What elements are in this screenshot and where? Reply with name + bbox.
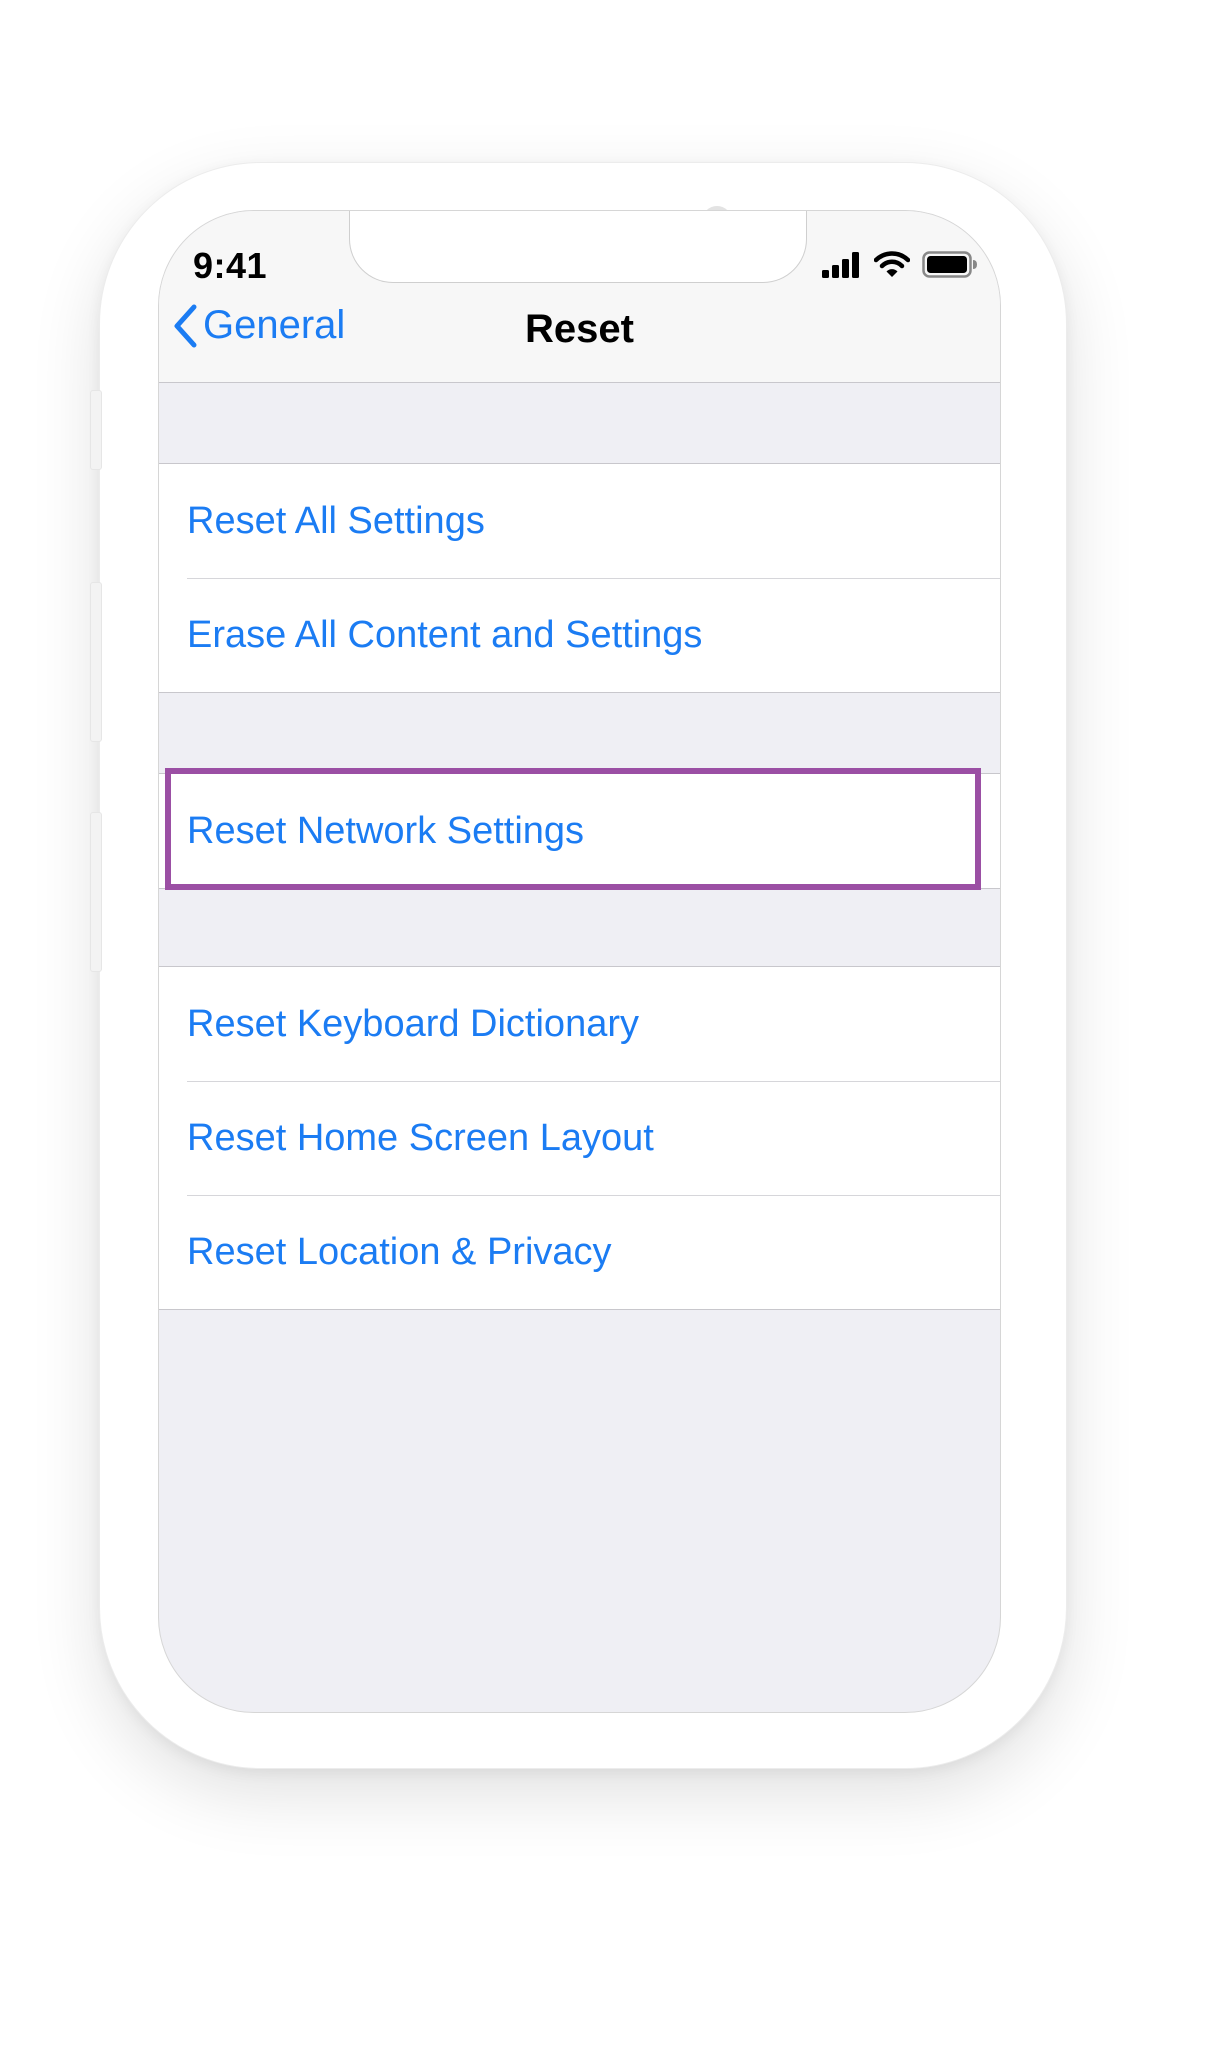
settings-group-1: Reset All Settings Erase All Content and… [159, 463, 1000, 693]
battery-icon [922, 251, 977, 278]
list-item-label: Reset Keyboard Dictionary [187, 1002, 639, 1045]
screen: 9:41 General Reset Reset All Settings Er… [158, 210, 1001, 1713]
navigation-bar: 9:41 General Reset [159, 211, 1000, 383]
page-title: Reset [525, 307, 634, 351]
reset-all-settings-item[interactable]: Reset All Settings [159, 464, 1000, 578]
volume-down-button [90, 812, 102, 972]
list-item-label: Reset All Settings [187, 499, 485, 542]
wifi-icon [874, 251, 910, 277]
notch [349, 211, 807, 283]
list-item-label: Reset Location & Privacy [187, 1230, 612, 1273]
reset-network-settings-item[interactable]: Reset Network Settings [159, 768, 1000, 890]
settings-group-2: Reset Network Settings [159, 768, 1000, 890]
erase-all-content-item[interactable]: Erase All Content and Settings [159, 578, 1000, 692]
volume-up-button [90, 582, 102, 742]
reset-home-screen-layout-item[interactable]: Reset Home Screen Layout [159, 1081, 1000, 1195]
reset-location-privacy-item[interactable]: Reset Location & Privacy [159, 1195, 1000, 1309]
status-icons [822, 251, 978, 278]
status-time: 9:41 [193, 245, 268, 286]
cellular-signal-icon [822, 252, 859, 278]
list-item-label: Reset Home Screen Layout [187, 1116, 654, 1159]
list-item-label: Reset Network Settings [187, 809, 585, 852]
side-switch [90, 390, 102, 470]
settings-group-3: Reset Keyboard Dictionary Reset Home Scr… [159, 966, 1000, 1310]
list-item-label: Erase All Content and Settings [187, 613, 703, 656]
reset-keyboard-dictionary-item[interactable]: Reset Keyboard Dictionary [159, 967, 1000, 1081]
